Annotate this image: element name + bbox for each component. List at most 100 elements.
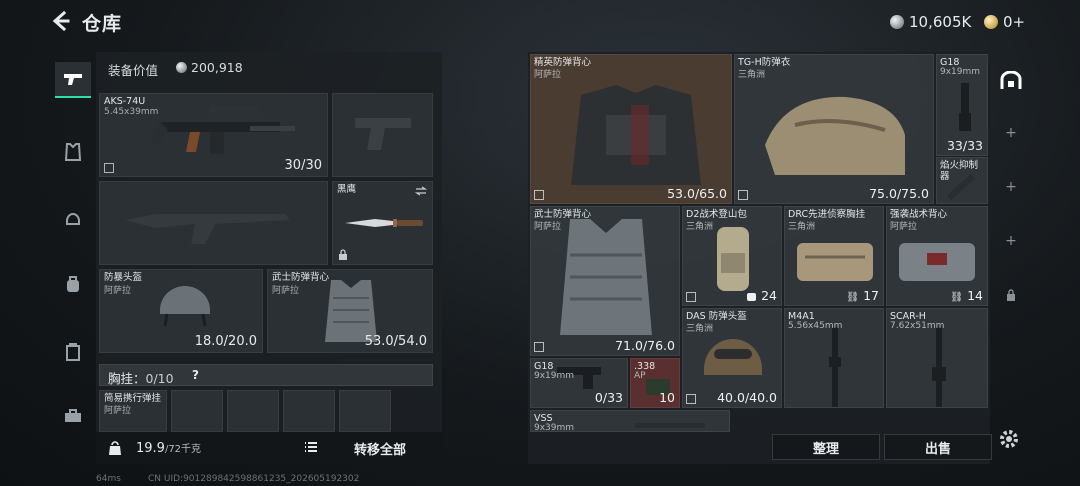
rifle-image: [932, 327, 946, 407]
settings-button[interactable]: [998, 428, 1022, 452]
helmet-image: [704, 339, 762, 375]
rig-cell-2[interactable]: [227, 390, 279, 432]
item-value: 33/33: [946, 138, 983, 153]
rig-help-icon[interactable]: ?: [192, 368, 199, 382]
sort-button[interactable]: 整理: [772, 434, 880, 460]
item-tag-icon: [738, 190, 748, 200]
vest-image: [571, 85, 701, 185]
tab-safe-box[interactable]: [994, 66, 1028, 96]
stash-item[interactable]: 武士防弹背心 阿萨拉 71.0/76.0: [530, 206, 680, 356]
nav-toolbox[interactable]: [55, 398, 91, 434]
stash-item[interactable]: 强袭战术背心 阿萨拉 ⛓ 14: [886, 206, 988, 306]
nav-case[interactable]: [55, 334, 91, 370]
chest-rig-image: [899, 243, 975, 281]
nav-armor[interactable]: [55, 134, 91, 170]
pistol-icon: [64, 74, 82, 85]
equipment-value: 200,918: [176, 60, 243, 75]
item-sub: 阿萨拉: [890, 222, 918, 232]
stash-item[interactable]: DRC先进侦察胸挂 三角洲 ⛓ 17: [784, 206, 884, 306]
item-value: 75.0/75.0: [869, 186, 929, 201]
gold-amount: 0+: [1003, 13, 1026, 31]
backpack-icon: [67, 276, 79, 292]
item-sub: 阿萨拉: [534, 70, 562, 80]
item-value: 40.0/40.0: [717, 390, 777, 405]
weapon-name: AKS-74U: [104, 96, 146, 107]
item-sub: 5.56x45mm: [788, 321, 843, 331]
pistol-silhouette-icon: [355, 118, 411, 150]
swap-icon[interactable]: [415, 186, 427, 196]
rig-cell-1[interactable]: [171, 390, 223, 432]
rifle-silhouette-icon: [125, 214, 290, 244]
silver-currency[interactable]: 10,605K: [890, 12, 971, 32]
rig-cell-4[interactable]: [339, 390, 391, 432]
stash-item[interactable]: VSS 9x39mm: [530, 410, 730, 432]
tab-locked[interactable]: [994, 280, 1028, 310]
item-tag-icon: [534, 190, 544, 200]
secondary-weapon-slot[interactable]: [332, 93, 433, 177]
pistol-image: [959, 83, 971, 131]
tab-add-1[interactable]: +: [994, 118, 1028, 148]
item-value: 24: [746, 288, 777, 303]
gold-coin-icon: [984, 15, 998, 29]
stash-item[interactable]: D2战术登山包 三角洲 24: [682, 206, 782, 306]
weapon-ammo: 30/30: [284, 158, 322, 173]
plus-icon: +: [1005, 125, 1017, 141]
stash-item[interactable]: 焰火抑制器: [936, 157, 988, 204]
stash-item[interactable]: 精英防弹背心 阿萨拉 53.0/65.0: [530, 54, 732, 204]
melee-slot[interactable]: 黑鹰: [332, 181, 433, 265]
chest-rig-header: 胸挂：0/10 ?: [99, 364, 433, 386]
helmet-origin: 阿萨拉: [104, 286, 132, 296]
stash-panel: 精英防弹背心 阿萨拉 53.0/65.0 TG-H防弹衣 三角洲 75.0/75…: [528, 52, 992, 464]
gold-currency[interactable]: 0+: [984, 12, 1025, 32]
stash-item[interactable]: G18 9x19mm 33/33: [936, 54, 988, 156]
silver-amount: 10,605K: [909, 13, 972, 31]
melee-name: 黑鹰: [337, 184, 357, 195]
item-sub: 7.62x51mm: [890, 321, 945, 331]
transfer-all-button[interactable]: 转移全部: [354, 439, 406, 458]
helmet-durability: 18.0/20.0: [194, 334, 257, 349]
back-button[interactable]: [50, 10, 74, 34]
item-sub: AP: [634, 371, 646, 381]
item-value: 10: [659, 390, 675, 405]
page-title: 仓库: [82, 13, 123, 35]
stash-item[interactable]: SCAR-H 7.62x51mm: [886, 308, 988, 408]
helmet-slot[interactable]: 防暴头盔 阿萨拉 18.0/20.0: [99, 269, 263, 353]
rifle-image: [829, 327, 841, 407]
stash-item[interactable]: G18 9x19mm 0/33: [530, 358, 628, 408]
weapon-slot-2[interactable]: [99, 181, 328, 265]
plus-icon: +: [1005, 233, 1017, 249]
item-value: 53.0/65.0: [667, 186, 727, 201]
stash-item[interactable]: .338 AP 10: [630, 358, 680, 408]
item-value: 71.0/76.0: [615, 338, 675, 353]
stash-item[interactable]: TG-H防弹衣 三角洲 75.0/75.0: [734, 54, 934, 204]
item-value: 0/33: [594, 390, 623, 405]
weight-icon: [109, 441, 121, 455]
plus-icon: +: [1005, 179, 1017, 195]
item-sub: 三角洲: [686, 222, 714, 232]
stash-item[interactable]: DAS 防弹头盔 三角洲 40.0/40.0: [682, 308, 782, 408]
item-tag-icon: [686, 292, 696, 302]
aks74u-image: [150, 106, 295, 154]
vest-image: [560, 219, 652, 335]
chest-rig-slot[interactable]: 简易携行弹挂 阿萨拉: [99, 390, 167, 432]
item-sub: 阿萨拉: [534, 222, 562, 232]
lock-icon: [339, 249, 347, 260]
uid-text: CN UID:901289842598861235_202605192302: [148, 474, 360, 484]
rig-cell-3[interactable]: [283, 390, 335, 432]
item-tag-icon: [534, 342, 544, 352]
tab-add-3[interactable]: +: [994, 226, 1028, 256]
stash-item[interactable]: M4A1 5.56x45mm: [784, 308, 884, 408]
list-icon[interactable]: [304, 441, 318, 453]
rifle-image: [635, 423, 705, 428]
nav-backpack[interactable]: [55, 266, 91, 302]
nav-helmet[interactable]: [55, 200, 91, 236]
item-name: 焰火抑制器: [940, 160, 979, 182]
toolbox-icon: [65, 409, 81, 422]
armor-slot[interactable]: 武士防弹背心 阿萨拉 53.0/54.0: [267, 269, 433, 353]
nav-weapons[interactable]: [55, 62, 91, 98]
primary-weapon-slot[interactable]: AKS-74U 5.45x39mm 30/30: [99, 93, 328, 177]
equipment-value-text: 200,918: [191, 60, 243, 75]
chest-rig-image: [797, 243, 873, 281]
tab-add-2[interactable]: +: [994, 172, 1028, 202]
sell-button[interactable]: 出售: [884, 434, 992, 460]
